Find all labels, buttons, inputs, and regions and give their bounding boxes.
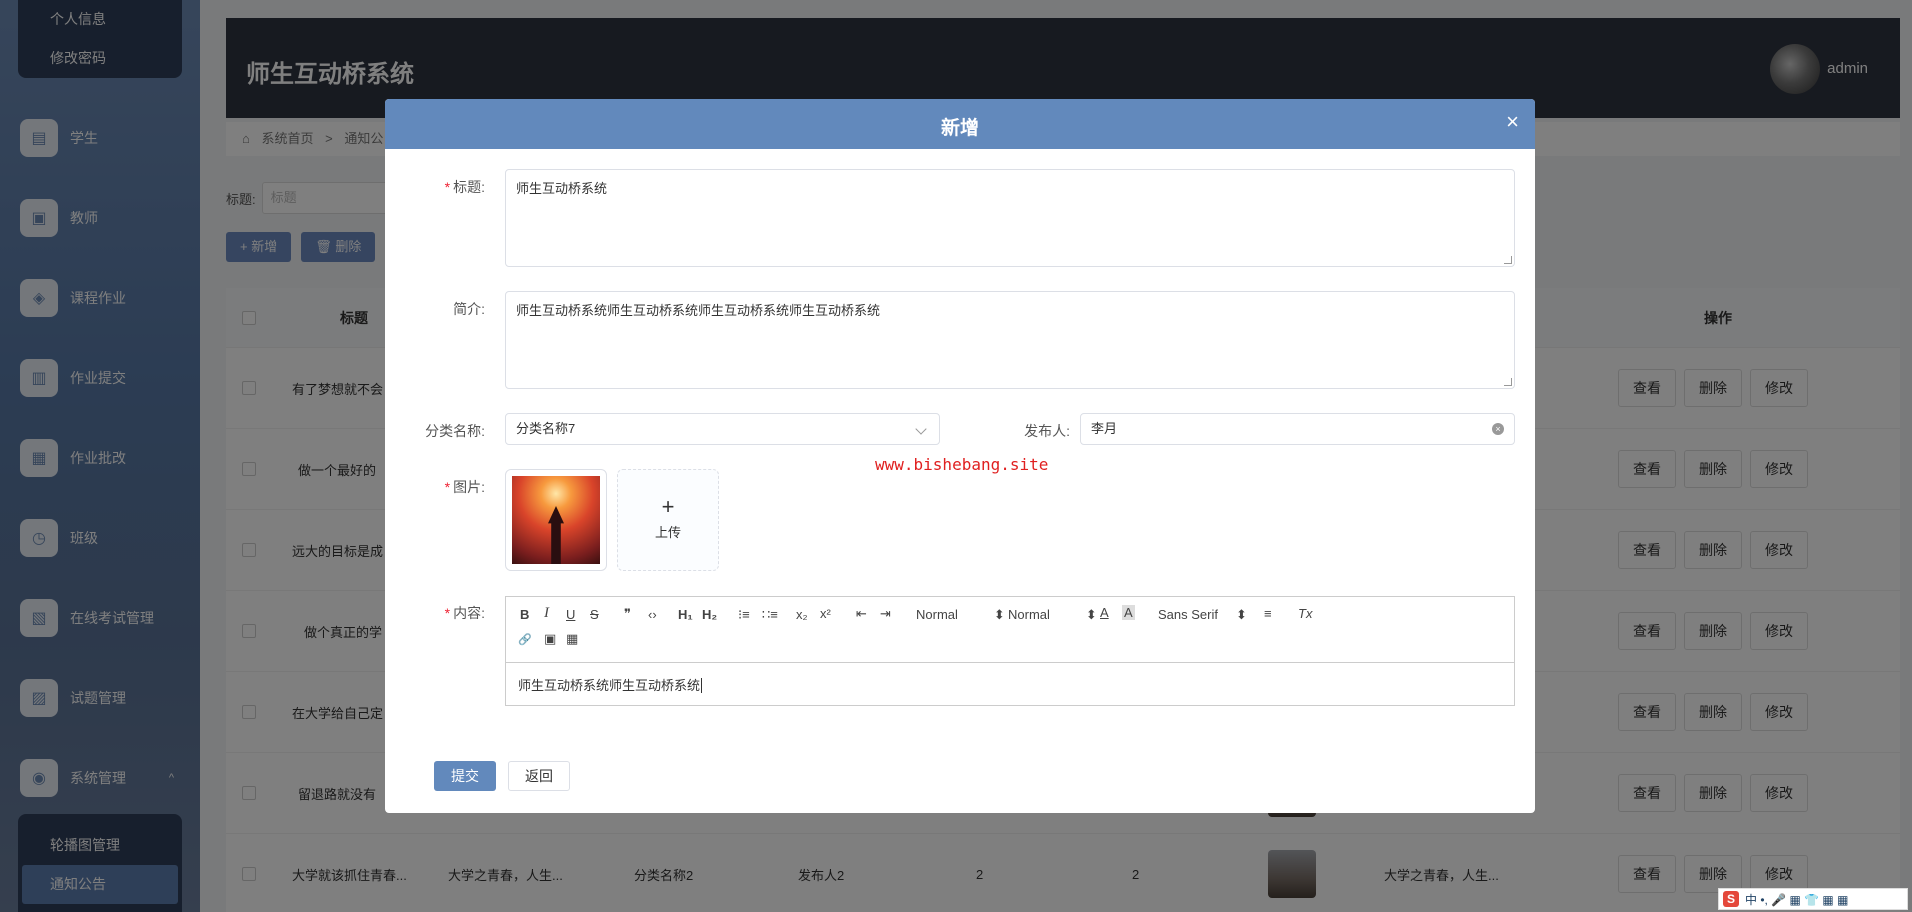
code-icon[interactable]: ‹›	[648, 607, 657, 622]
font-picker-value: Sans Serif	[1158, 607, 1218, 622]
updown-icon: ⬍	[1235, 607, 1247, 622]
updown-icon: ⬍	[1085, 607, 1097, 622]
category-select[interactable]: 分类名称7	[505, 413, 940, 445]
content-label-text: 内容:	[453, 605, 485, 621]
clear-icon[interactable]: ×	[1492, 423, 1504, 435]
modal-header: 新增 ×	[385, 99, 1535, 149]
close-icon[interactable]: ×	[1506, 111, 1519, 133]
image-icon[interactable]: ▣	[544, 631, 556, 647]
text-color-icon[interactable]: A	[1100, 605, 1109, 620]
publisher-input[interactable]: 李月 ×	[1080, 413, 1515, 445]
chevron-down-icon	[915, 423, 927, 435]
underline-icon[interactable]: U	[566, 607, 575, 622]
uploaded-image-card[interactable]	[505, 469, 607, 571]
back-button[interactable]: 返回	[508, 761, 570, 791]
publisher-value: 李月	[1091, 421, 1118, 436]
intro-textarea[interactable]: 师生互动桥系统师生互动桥系统师生互动桥系统师生互动桥系统	[505, 291, 1515, 389]
intro-value: 师生互动桥系统师生互动桥系统师生互动桥系统师生互动桥系统	[516, 303, 881, 318]
publisher-label: 发布人:	[1024, 423, 1070, 439]
text-cursor	[701, 678, 703, 693]
content-label: * 内容:	[385, 603, 485, 623]
upload-label: 上传	[654, 525, 681, 540]
required-mark: *	[444, 605, 451, 621]
ime-status-text: 中 •, 🎤 ▦ 👕 ▦ ▦	[1745, 892, 1849, 907]
intro-label: 简介:	[453, 301, 485, 317]
title-label: * 标题:	[385, 177, 485, 197]
subscript-icon[interactable]: x₂	[796, 607, 808, 622]
uploaded-image	[512, 476, 600, 564]
editor-content[interactable]: 师生互动桥系统师生互动桥系统	[506, 663, 1514, 706]
category-value: 分类名称7	[516, 421, 576, 436]
video-icon[interactable]: ▦	[566, 631, 578, 647]
required-mark: *	[444, 179, 451, 195]
updown-icon: ⬍	[993, 607, 1005, 622]
resize-handle-icon[interactable]	[1504, 378, 1512, 386]
clean-format-icon[interactable]: Tx	[1298, 606, 1312, 621]
font-picker[interactable]: Sans Serif ⬍	[1158, 607, 1247, 623]
size-picker[interactable]: Normal ⬍	[916, 607, 1005, 623]
add-notice-modal: 新增 × * 标题: 师生互动桥系统 简介: 师生互动桥系统师生互动桥系统师生互动…	[385, 99, 1535, 813]
size-picker-value: Normal	[916, 607, 958, 622]
strike-icon[interactable]: S	[590, 607, 599, 622]
superscript-icon[interactable]: x²	[820, 606, 831, 621]
watermark-text: www.bishebang.site	[875, 455, 1049, 474]
modal-title: 新增	[940, 118, 979, 139]
plus-icon: +	[661, 494, 675, 519]
sogou-logo-icon: S	[1723, 891, 1739, 907]
tower-shape	[548, 506, 564, 564]
image-label-text: 图片:	[453, 479, 485, 495]
h2-icon[interactable]: H₂	[702, 607, 717, 622]
upload-button[interactable]: + 上传	[617, 469, 719, 571]
rich-text-editor: B I U S ❞ ‹› H₁ H₂ ⁝≡ ∷≡ x₂ x² ⇤ ⇥ Norma…	[505, 596, 1515, 706]
resize-handle-icon[interactable]	[1504, 256, 1512, 264]
category-label: 分类名称:	[425, 423, 485, 439]
image-label: * 图片:	[385, 477, 485, 497]
title-value: 师生互动桥系统	[516, 181, 608, 196]
title-textarea[interactable]: 师生互动桥系统	[505, 169, 1515, 267]
ime-toolbar[interactable]: S 中 •, 🎤 ▦ 👕 ▦ ▦	[1718, 888, 1908, 910]
italic-icon[interactable]: I	[544, 605, 549, 622]
content-value: 师生互动桥系统师生互动桥系统	[518, 678, 701, 693]
indent-icon[interactable]: ⇥	[880, 606, 891, 622]
header-picker-value: Normal	[1008, 607, 1050, 622]
h1-icon[interactable]: H₁	[678, 607, 693, 622]
align-icon[interactable]: ≡	[1264, 606, 1272, 621]
bold-icon[interactable]: B	[520, 607, 529, 622]
required-mark: *	[444, 479, 451, 495]
bullet-list-icon[interactable]: ∷≡	[762, 607, 778, 623]
outdent-icon[interactable]: ⇤	[856, 606, 867, 622]
title-label-text: 标题:	[453, 179, 485, 195]
blockquote-icon[interactable]: ❞	[624, 606, 631, 622]
link-icon[interactable]: 🔗	[518, 633, 532, 646]
ordered-list-icon[interactable]: ⁝≡	[738, 607, 750, 623]
background-color-icon[interactable]: A	[1122, 605, 1135, 620]
editor-toolbar: B I U S ❞ ‹› H₁ H₂ ⁝≡ ∷≡ x₂ x² ⇤ ⇥ Norma…	[506, 597, 1514, 663]
header-picker[interactable]: Normal ⬍	[1008, 607, 1097, 623]
submit-button[interactable]: 提交	[434, 761, 496, 791]
